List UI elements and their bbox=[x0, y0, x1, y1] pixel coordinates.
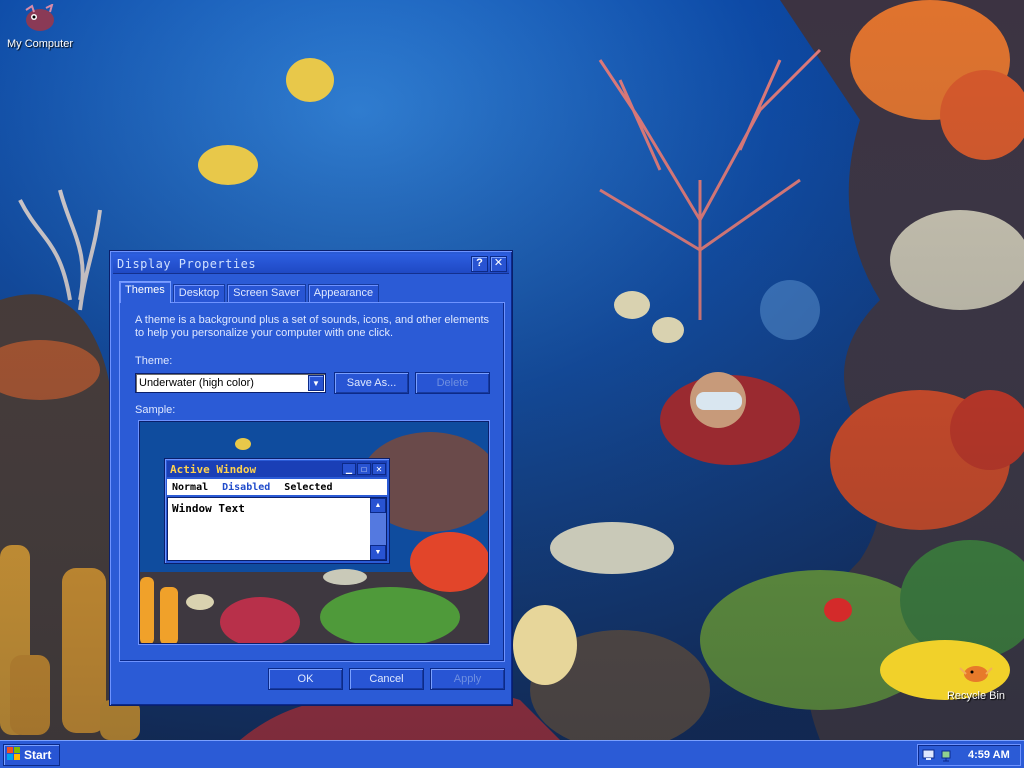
scroll-down-icon: ▼ bbox=[370, 545, 386, 560]
sample-active-window: Active Window ▁ □ ✕ Normal Disabled Sele… bbox=[164, 458, 390, 564]
sample-window-title: Active Window bbox=[170, 462, 257, 476]
tab-desktop[interactable]: Desktop bbox=[172, 284, 226, 303]
theme-description: A theme is a background plus a set of so… bbox=[135, 314, 490, 339]
sample-scrollbar: ▲ ▼ bbox=[370, 498, 386, 560]
chevron-down-icon[interactable]: ▼ bbox=[308, 375, 324, 391]
sample-window-body: Window Text ▲ ▼ bbox=[167, 497, 387, 561]
maximize-icon: □ bbox=[357, 463, 371, 475]
my-computer-label: My Computer bbox=[6, 38, 74, 50]
clock[interactable]: 4:59 AM bbox=[968, 749, 1010, 761]
close-button[interactable]: ✕ bbox=[490, 255, 507, 272]
help-button[interactable]: ? bbox=[471, 255, 488, 272]
display-settings-icon[interactable] bbox=[922, 748, 936, 762]
start-button[interactable]: Start bbox=[3, 744, 60, 766]
theme-dropdown[interactable]: Underwater (high color) ▼ bbox=[135, 373, 326, 393]
title-bar[interactable]: Display Properties ? ✕ bbox=[113, 254, 509, 274]
tab-themes[interactable]: Themes bbox=[119, 281, 171, 303]
recycle-bin-desktop-icon[interactable]: Recycle Bin bbox=[936, 656, 1016, 702]
tab-screen-saver[interactable]: Screen Saver bbox=[227, 284, 306, 303]
theme-dropdown-value: Underwater (high color) bbox=[139, 377, 254, 389]
recycle-bin-label: Recycle Bin bbox=[946, 690, 1006, 702]
tab-appearance[interactable]: Appearance bbox=[307, 284, 380, 303]
save-as-button[interactable]: Save As... bbox=[334, 372, 409, 394]
sample-menu-normal: Normal bbox=[172, 481, 209, 493]
system-tray: 4:59 AM bbox=[917, 744, 1021, 766]
window-title: Display Properties bbox=[117, 256, 257, 271]
sample-menu-disabled: Disabled bbox=[222, 481, 271, 493]
sample-menu-selected: Selected bbox=[284, 481, 333, 493]
windows-logo-icon bbox=[7, 746, 21, 764]
sample-title-buttons: ▁ □ ✕ bbox=[342, 463, 387, 475]
my-computer-desktop-icon[interactable]: My Computer bbox=[0, 3, 80, 50]
ok-button[interactable]: OK bbox=[268, 668, 343, 690]
apply-button[interactable]: Apply bbox=[430, 668, 505, 690]
recycle-bin-icon bbox=[958, 656, 994, 688]
title-bar-buttons: ? ✕ bbox=[471, 255, 509, 272]
theme-sample-preview: Active Window ▁ □ ✕ Normal Disabled Sele… bbox=[139, 421, 489, 644]
tab-strip: Themes Desktop Screen Saver Appearance bbox=[119, 281, 380, 303]
scroll-up-icon: ▲ bbox=[370, 498, 386, 513]
sample-window-text: Window Text bbox=[172, 502, 245, 515]
close-icon: ✕ bbox=[372, 463, 386, 475]
delete-button[interactable]: Delete bbox=[415, 372, 490, 394]
minimize-icon: ▁ bbox=[342, 463, 356, 475]
my-computer-icon bbox=[22, 3, 58, 36]
sample-menu-bar: Normal Disabled Selected bbox=[167, 479, 387, 495]
theme-label: Theme: bbox=[135, 355, 173, 367]
sample-label: Sample: bbox=[135, 404, 176, 416]
cancel-button[interactable]: Cancel bbox=[349, 668, 424, 690]
taskbar: Start 4:59 AM bbox=[0, 740, 1024, 768]
sample-title-bar: Active Window ▁ □ ✕ bbox=[167, 461, 387, 477]
themes-panel: A theme is a background plus a set of so… bbox=[119, 302, 505, 662]
display-properties-window: Display Properties ? ✕ Themes Desktop Sc… bbox=[109, 250, 513, 706]
start-label: Start bbox=[24, 748, 52, 762]
network-icon[interactable] bbox=[940, 748, 954, 762]
